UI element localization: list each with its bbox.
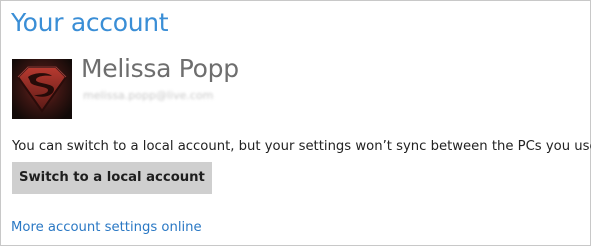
user-name: Melissa Popp [81, 54, 239, 83]
more-account-settings-link[interactable]: More account settings online [11, 220, 202, 235]
local-account-info-text: You can switch to a local account, but y… [12, 139, 591, 154]
switch-to-local-account-button[interactable]: Switch to a local account [12, 162, 212, 194]
account-panel: Your account Melissa Popp melissa.popp@l… [0, 0, 591, 246]
superman-shield-icon [16, 66, 68, 113]
page-title: Your account [11, 8, 169, 37]
avatar [12, 59, 72, 119]
user-email: melissa.popp@live.com [83, 90, 214, 102]
